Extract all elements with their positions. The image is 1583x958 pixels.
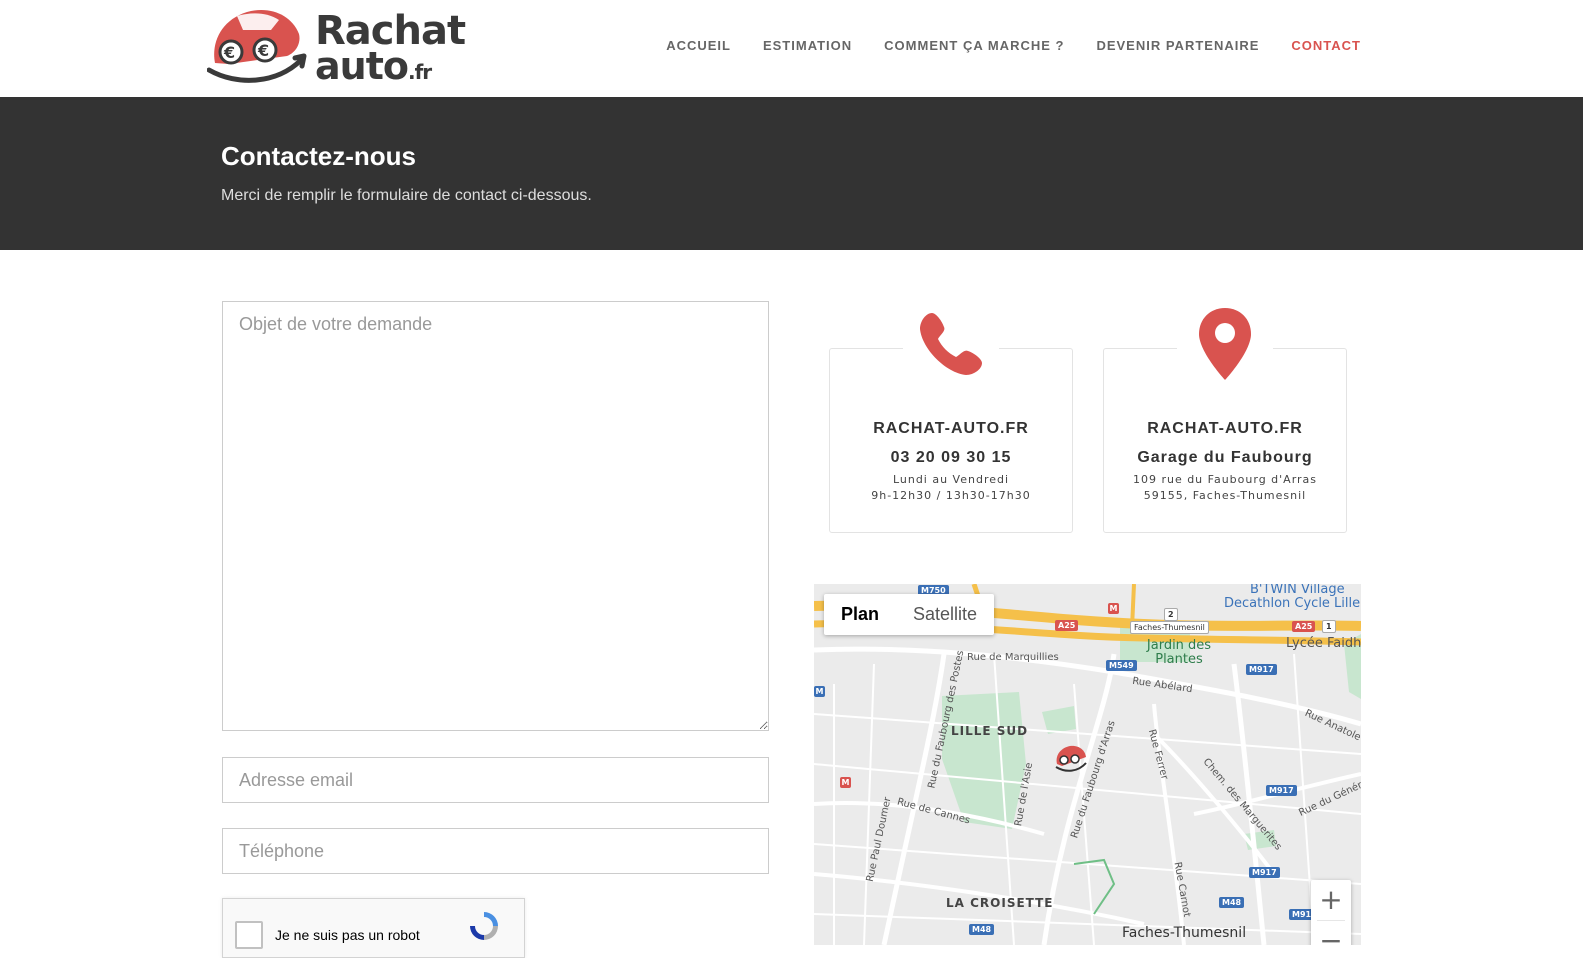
logo-text-line2: auto.fr bbox=[315, 44, 432, 88]
nav-item-estimation[interactable]: ESTIMATION bbox=[763, 38, 852, 53]
phone-input[interactable] bbox=[222, 828, 769, 874]
main-nav: ACCUEIL ESTIMATION COMMENT ÇA MARCHE ? D… bbox=[666, 38, 1361, 53]
map-shield: M48 bbox=[1219, 897, 1245, 908]
address-city: 59155, Faches-Thumesnil bbox=[1143, 489, 1307, 502]
metro-icon: M bbox=[840, 777, 851, 788]
map-zoom-control: + − bbox=[1311, 880, 1351, 945]
map-shield: A25 bbox=[1292, 621, 1316, 632]
map-type-satellite-button[interactable]: Satellite bbox=[896, 594, 994, 635]
map-district-label: LILLE SUD bbox=[951, 724, 1029, 738]
recaptcha-icon bbox=[470, 912, 498, 940]
map-shield: M917 bbox=[1249, 867, 1280, 878]
address-card-icon-wrap bbox=[1177, 304, 1273, 384]
phone-card-icon-wrap bbox=[903, 304, 999, 384]
page-subtitle: Merci de remplir le formulaire de contac… bbox=[221, 187, 592, 204]
map-poi-label: Decathlon Cycle Lille bbox=[1224, 596, 1361, 611]
phone-card-title: RACHAT-AUTO.FR bbox=[873, 420, 1029, 437]
logo-text-suffix: .fr bbox=[407, 60, 432, 84]
nav-item-accueil[interactable]: ACCUEIL bbox=[666, 38, 731, 53]
map-district-label: LA CROISETTE bbox=[946, 896, 1054, 910]
map-town-label: Faches-Thumesnil bbox=[1122, 925, 1247, 941]
map-shield: 2 bbox=[1164, 608, 1178, 621]
zoom-out-button[interactable]: − bbox=[1311, 921, 1351, 945]
map-poi-label: Lycée Faidh bbox=[1286, 636, 1361, 651]
address-card: RACHAT-AUTO.FR Garage du Faubourg 109 ru… bbox=[1103, 304, 1347, 533]
page-banner: Contactez-nous Merci de remplir le formu… bbox=[0, 97, 1583, 250]
phone-hours-days: Lundi au Vendredi bbox=[892, 473, 1010, 486]
metro-icon: M bbox=[1108, 603, 1119, 614]
map-type-toggle: Plan Satellite bbox=[824, 594, 995, 635]
map-poi-label: B'TWIN Village bbox=[1250, 584, 1345, 597]
map-street-label: Rue de Marquillies bbox=[967, 652, 1059, 663]
subject-textarea[interactable] bbox=[222, 301, 769, 731]
site-header: € € Rachat auto.fr ACCUEIL ESTIMATION CO… bbox=[0, 0, 1583, 97]
map-shield: M917 bbox=[1246, 664, 1277, 675]
garage-name: Garage du Faubourg bbox=[1137, 449, 1313, 466]
phone-icon bbox=[920, 313, 982, 375]
map-embed[interactable]: M750 A25 A25 2 1 M549 M917 M917 M917 M48… bbox=[814, 584, 1361, 945]
map-shield: A25 bbox=[1055, 620, 1079, 631]
metro-icon: M bbox=[814, 686, 825, 697]
map-poi-label: Jardin des Plantes bbox=[1146, 638, 1212, 667]
map-shield: 1 bbox=[1322, 620, 1336, 633]
phone-number[interactable]: 03 20 09 30 15 bbox=[830, 449, 1072, 467]
phone-card: RACHAT-AUTO.FR 03 20 09 30 15 Lundi au V… bbox=[829, 304, 1073, 533]
address-street: 109 rue du Faubourg d'Arras bbox=[1132, 473, 1318, 486]
phone-hours-times: 9h-12h30 / 13h30-17h30 bbox=[871, 489, 1031, 502]
nav-item-devenir-partenaire[interactable]: DEVENIR PARTENAIRE bbox=[1096, 38, 1259, 53]
nav-item-contact[interactable]: CONTACT bbox=[1291, 38, 1361, 53]
site-logo[interactable]: € € Rachat auto.fr bbox=[206, 8, 466, 88]
address-card-title: RACHAT-AUTO.FR bbox=[1147, 420, 1303, 437]
svg-text:€: € bbox=[257, 41, 269, 60]
map-road-sign: Faches-Thumesnil bbox=[1130, 621, 1209, 634]
map-pin-icon bbox=[1199, 308, 1251, 380]
map-shield: M48 bbox=[969, 924, 995, 935]
nav-item-comment-ca-marche[interactable]: COMMENT ÇA MARCHE ? bbox=[884, 38, 1064, 53]
recaptcha-widget: Je ne suis pas un robot bbox=[222, 898, 525, 958]
zoom-in-button[interactable]: + bbox=[1311, 880, 1351, 920]
recaptcha-label: Je ne suis pas un robot bbox=[275, 927, 420, 943]
garage-marker-icon[interactable] bbox=[1054, 744, 1088, 772]
map-shield: M917 bbox=[1266, 785, 1297, 796]
svg-text:€: € bbox=[223, 43, 235, 62]
map-type-plan-button[interactable]: Plan bbox=[824, 594, 896, 635]
map-shield: M549 bbox=[1106, 660, 1137, 671]
car-logo-icon: € € bbox=[206, 10, 307, 83]
logo-text-auto: auto bbox=[315, 44, 409, 88]
page-title: Contactez-nous bbox=[221, 141, 416, 171]
email-input[interactable] bbox=[222, 757, 769, 803]
